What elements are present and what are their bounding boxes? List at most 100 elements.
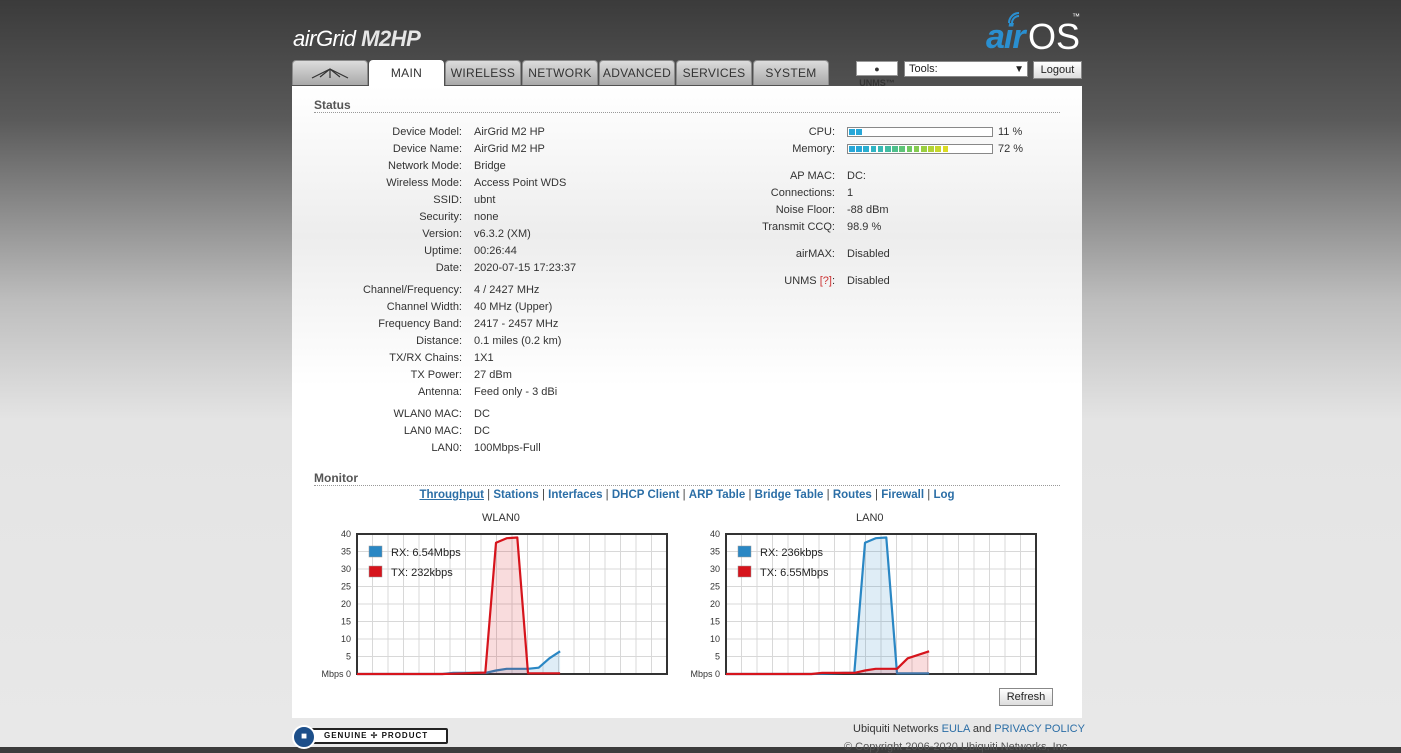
y-tick-label: Mbps 0: [321, 669, 351, 679]
status-value: DC: [474, 425, 490, 437]
monitor-link-stations[interactable]: Stations: [493, 489, 538, 501]
status-label: TX Power:: [410, 369, 462, 381]
y-tick-label: 10: [341, 634, 351, 644]
bar-segment: [928, 146, 934, 152]
airos-logo-os: OS: [1028, 16, 1081, 57]
status-value: DC: [474, 408, 490, 420]
status-label: Wireless Mode:: [386, 177, 462, 189]
status-right-label-text: Transmit CCQ:: [762, 221, 835, 233]
status-label: Frequency Band:: [378, 318, 462, 330]
y-tick-label: 25: [710, 582, 720, 592]
product-logo-prefix: airGrid: [293, 26, 362, 51]
status-label: Security:: [419, 211, 462, 223]
tab-network[interactable]: NETWORK: [522, 60, 598, 85]
tab-advanced[interactable]: ADVANCED: [599, 60, 675, 85]
y-tick-label: 40: [710, 529, 720, 539]
status-section-title: Status: [314, 98, 351, 112]
status-label: Version:: [422, 228, 462, 240]
genuine-product-badge: GENUINE ✢ PRODUCT ■: [292, 725, 450, 749]
cpu-value: 11 %: [998, 126, 1023, 138]
y-tick-label: 35: [341, 547, 351, 557]
status-label: Uptime:: [424, 245, 462, 257]
status-right-label: AP MAC:: [700, 170, 835, 182]
y-tick-label: 35: [710, 547, 720, 557]
monitor-link-routes[interactable]: Routes: [833, 489, 872, 501]
lan0-chart: Mbps 0 5 10 15 20 25 30 35 40 RX: 236kbps TX: 6.55…: [690, 529, 1037, 679]
bar-segment: [906, 146, 913, 152]
status-value: 4 / 2427 MHz: [474, 284, 540, 296]
legend-label: RX: 6.54Mbps: [391, 547, 461, 559]
status-label: Distance:: [416, 335, 462, 347]
legend-label: TX: 6.55Mbps: [760, 567, 829, 579]
bar-segment: [892, 146, 898, 152]
y-tick-label: 5: [715, 652, 720, 662]
monitor-link-dhcp-client[interactable]: DHCP Client: [612, 489, 680, 501]
airos-logo-tm: ™: [1072, 12, 1080, 21]
product-logo: airGrid M2HP: [293, 26, 421, 52]
status-label: Date:: [435, 262, 462, 274]
monitor-link-throughput[interactable]: Throughput: [419, 489, 484, 501]
logout-button[interactable]: Logout: [1033, 61, 1082, 79]
wlan0-chart: Mbps 0 5 10 15 20 25 30 35 40 RX: 6.54Mbps TX: 232…: [321, 529, 668, 679]
footer-company: Ubiquiti Networks: [853, 723, 942, 735]
status-right-value: DC:: [847, 170, 866, 182]
y-tick-label: 15: [710, 617, 720, 627]
bar-segment: [856, 146, 862, 152]
status-label: Device Name:: [392, 143, 462, 155]
y-tick-label: 10: [710, 634, 720, 644]
tab-wireless[interactable]: WIRELESS: [445, 60, 521, 85]
footer-and: and: [969, 723, 995, 735]
status-right-label-text: Noise Floor:: [775, 204, 835, 216]
y-tick-label: 30: [710, 564, 720, 574]
bar-segment: [863, 146, 870, 152]
refresh-button[interactable]: Refresh: [999, 688, 1053, 706]
tools-select-value: Tools:: [909, 63, 938, 75]
legend-label: RX: 236kbps: [760, 547, 823, 559]
status-value: v6.3.2 (XM): [474, 228, 531, 240]
y-tick-label: 25: [341, 582, 351, 592]
status-label: LAN0 MAC:: [403, 425, 462, 437]
status-value: 100Mbps-Full: [474, 442, 541, 454]
y-tick-label: 20: [710, 599, 720, 609]
y-tick-label: 30: [341, 564, 351, 574]
privacy-policy-link[interactable]: PRIVACY POLICY: [994, 723, 1085, 735]
tab-system[interactable]: SYSTEM: [753, 60, 829, 85]
wlan0-chart-title: WLAN0: [482, 512, 520, 524]
cpu-bar: [847, 127, 993, 137]
product-logo-model: M2HP: [361, 26, 421, 51]
tools-select[interactable]: Tools: ▼: [904, 61, 1028, 77]
status-right-label: Noise Floor:: [700, 204, 835, 216]
status-right-value: Disabled: [847, 248, 890, 260]
memory-label: Memory:: [792, 143, 835, 155]
status-right-label-text: UNMS: [784, 275, 820, 287]
status-value: Feed only - 3 dBi: [474, 386, 558, 398]
bar-segment: [849, 129, 855, 135]
monitor-link-arp-table[interactable]: ARP Table: [689, 489, 745, 501]
status-right-value: 1: [847, 187, 854, 199]
monitor-link-log[interactable]: Log: [933, 489, 954, 501]
legend-swatch: [737, 565, 752, 578]
y-tick-label: 20: [341, 599, 351, 609]
y-tick-label: 5: [346, 652, 351, 662]
tab-ubiquiti-logo[interactable]: [292, 60, 368, 85]
help-link[interactable]: [?]: [820, 275, 832, 287]
unms-button[interactable]: ● UNMS™: [856, 61, 898, 88]
status-label: Channel/Frequency:: [362, 284, 462, 296]
monitor-link-interfaces[interactable]: Interfaces: [548, 489, 602, 501]
legend-swatch: [368, 545, 383, 558]
status-value: none: [474, 211, 499, 223]
tab-main[interactable]: MAIN: [369, 60, 444, 86]
status-right-label: Transmit CCQ:: [700, 221, 835, 233]
monitor-link-firewall[interactable]: Firewall: [881, 489, 924, 501]
monitor-link-bridge-table[interactable]: Bridge Table: [755, 489, 824, 501]
status-value: AirGrid M2 HP: [474, 143, 545, 155]
monitor-section-title: Monitor: [314, 471, 358, 485]
eula-link[interactable]: EULA: [942, 723, 970, 735]
status-value: 1X1: [474, 352, 494, 364]
status-value: AirGrid M2 HP: [474, 126, 545, 138]
legend-swatch: [737, 545, 752, 558]
colon: :: [831, 275, 835, 287]
airos-logo-air: air: [986, 18, 1026, 56]
y-tick-label: 40: [341, 529, 351, 539]
tab-services[interactable]: SERVICES: [676, 60, 752, 85]
